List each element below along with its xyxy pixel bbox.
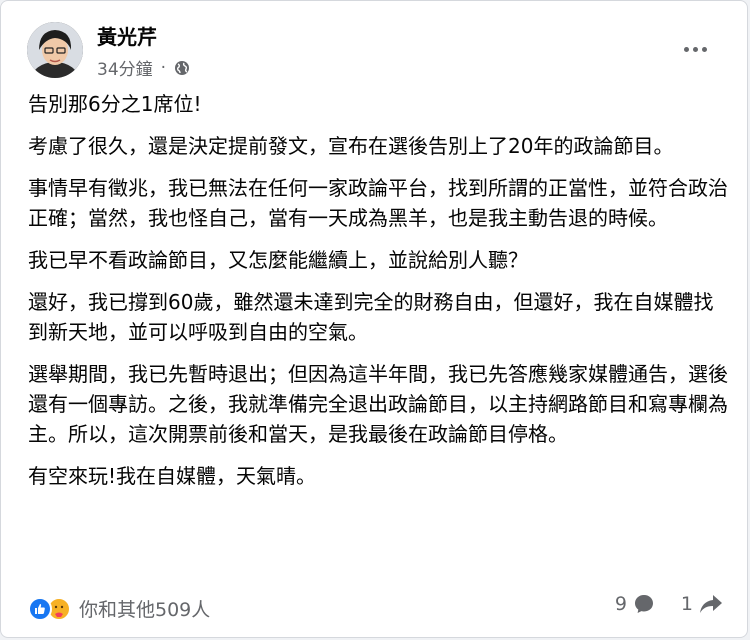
avatar[interactable] — [27, 22, 83, 78]
post-paragraph: 事情早有徵兆，我已無法在任何一家政論平台，找到所謂的正當性，並符合政治正確；當然… — [28, 176, 728, 230]
post-body: 告別那6分之1席位! 考慮了很久，還是決定提前發文，宣布在選後告別上了20年的政… — [28, 89, 728, 503]
reactions-summary[interactable]: 你和其他509人 — [28, 595, 210, 622]
more-options-icon[interactable] — [677, 31, 713, 67]
share-icon — [699, 593, 723, 615]
reactions-text: 你和其他509人 — [79, 599, 211, 621]
post-header: 黃光芹 34分鐘 · — [27, 15, 727, 85]
meta-separator: · — [160, 57, 167, 78]
globe-icon — [174, 60, 190, 76]
post-paragraph: 告別那6分之1席位! — [28, 92, 202, 116]
post-footer: 你和其他509人 9 1 — [1, 583, 747, 631]
post-meta: 34分鐘 · — [97, 55, 190, 80]
post-card: 黃光芹 34分鐘 · 告別那6分之1席位! 考慮了很久，還是決定提前發文，宣布在… — [0, 0, 748, 638]
post-paragraph: 選舉期間，我已先暫時退出；但因為這半年間，我已先答應幾家媒體通告，選後還有一個專… — [28, 362, 728, 446]
author-name[interactable]: 黃光芹 — [97, 21, 157, 50]
post-paragraph: 有空來玩!我在自媒體，天氣晴。 — [28, 464, 317, 488]
post-paragraph: 還好，我已撐到60歲，雖然還未達到完全的財務自由，但還好，我在自媒體找到新天地，… — [28, 290, 714, 344]
comments-count: 9 — [614, 593, 627, 615]
post-stats: 9 1 — [615, 593, 723, 615]
comment-icon — [633, 593, 655, 615]
post-time[interactable]: 34分鐘 — [97, 55, 153, 80]
post-paragraph: 考慮了很久，還是決定提前發文，宣布在選後告別上了20年的政論節目。 — [28, 134, 674, 158]
comments-count-button[interactable]: 9 — [615, 593, 655, 615]
shares-count: 1 — [680, 593, 693, 615]
shares-count-button[interactable]: 1 — [681, 593, 723, 615]
post-paragraph: 我已早不看政論節目，又怎麼能繼續上，並說給別人聽？ — [28, 248, 528, 272]
like-reaction-icon — [28, 596, 52, 621]
